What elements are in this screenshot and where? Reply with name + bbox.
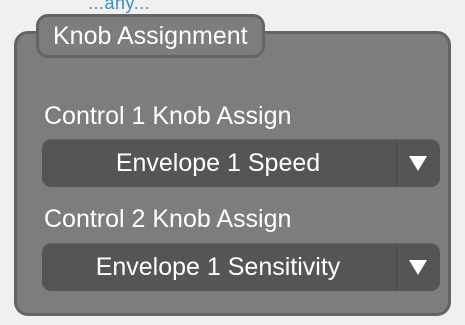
control-2-selected-value: Envelope 1 Sensitivity <box>95 253 341 281</box>
control-1-selected-value: Envelope 1 Speed <box>115 149 321 177</box>
chevron-down-icon[interactable] <box>396 139 440 187</box>
control-2-label: Control 2 Knob Assign <box>44 205 292 233</box>
control-1-knob-assign-dropdown[interactable]: Envelope 1 Speed <box>42 139 440 187</box>
knob-assignment-title: Knob Assignment <box>36 14 265 58</box>
top-cut-text: ...any... <box>88 0 151 13</box>
control-1-label: Control 1 Knob Assign <box>44 102 292 130</box>
control-2-knob-assign-dropdown[interactable]: Envelope 1 Sensitivity <box>42 243 440 291</box>
chevron-down-icon[interactable] <box>396 243 440 291</box>
